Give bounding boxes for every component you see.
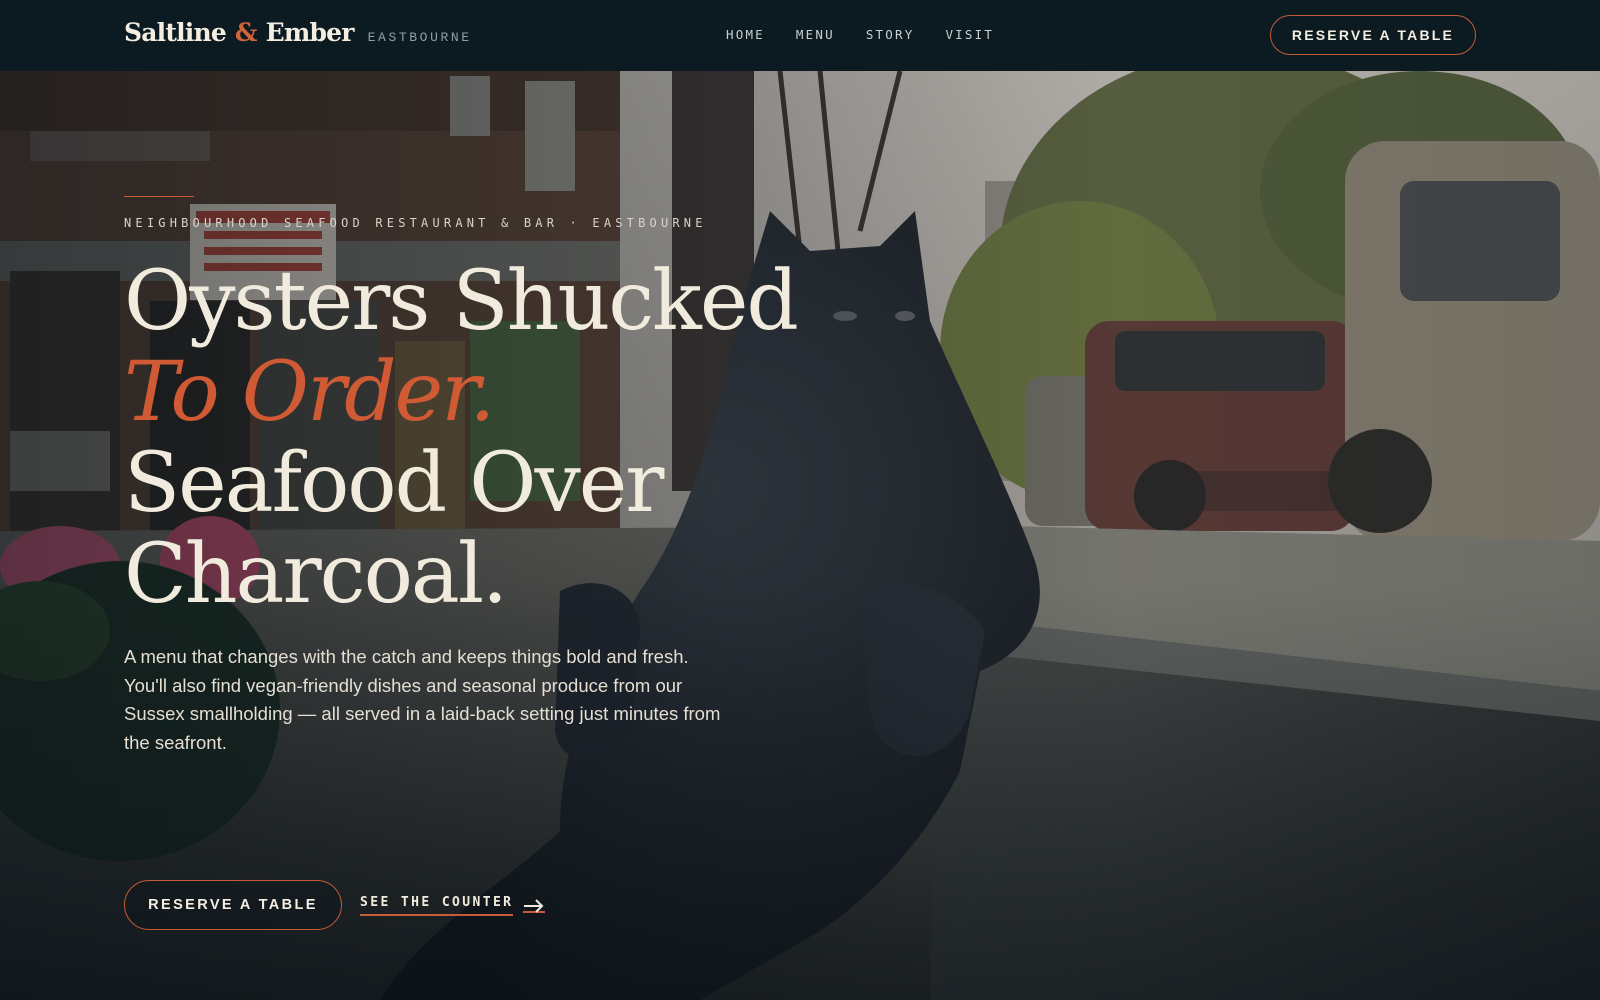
eyebrow-divider xyxy=(124,196,194,197)
see-the-counter-label: SEE THE COUNTER xyxy=(360,895,514,916)
headline-accent: To Order. xyxy=(124,345,495,440)
nav-link-visit[interactable]: VISIT xyxy=(945,27,994,42)
headline-line-3: Seafood Over xyxy=(124,436,665,531)
hero-eyebrow: NEIGHBOURHOOD SEAFOOD RESTAURANT & BAR ·… xyxy=(124,216,707,230)
top-nav: Saltline & Ember EASTBOURNE HOME MENU ST… xyxy=(0,0,1600,71)
hero-reserve-button[interactable]: RESERVE A TABLE xyxy=(124,880,342,930)
brand-name: Saltline & Ember xyxy=(124,18,354,47)
nav-reserve-button[interactable]: RESERVE A TABLE xyxy=(1270,15,1476,55)
nav-link-home[interactable]: HOME xyxy=(726,27,765,42)
arrow-right-icon xyxy=(523,898,546,913)
nav-link-story[interactable]: STORY xyxy=(866,27,915,42)
headline-line-4: Charcoal. xyxy=(124,527,508,622)
hero-headline: Oysters Shucked To Order. Seafood Over C… xyxy=(124,256,1024,620)
brand-logo[interactable]: Saltline & Ember EASTBOURNE xyxy=(124,18,472,47)
hero-description: A menu that changes with the catch and k… xyxy=(124,646,721,753)
headline-line-1: Oysters Shucked xyxy=(124,254,799,349)
brand-location: EASTBOURNE xyxy=(367,30,472,45)
see-the-counter-link[interactable]: SEE THE COUNTER xyxy=(360,895,546,916)
nav-link-menu[interactable]: MENU xyxy=(796,27,835,42)
nav-links: HOME MENU STORY VISIT xyxy=(726,27,994,42)
